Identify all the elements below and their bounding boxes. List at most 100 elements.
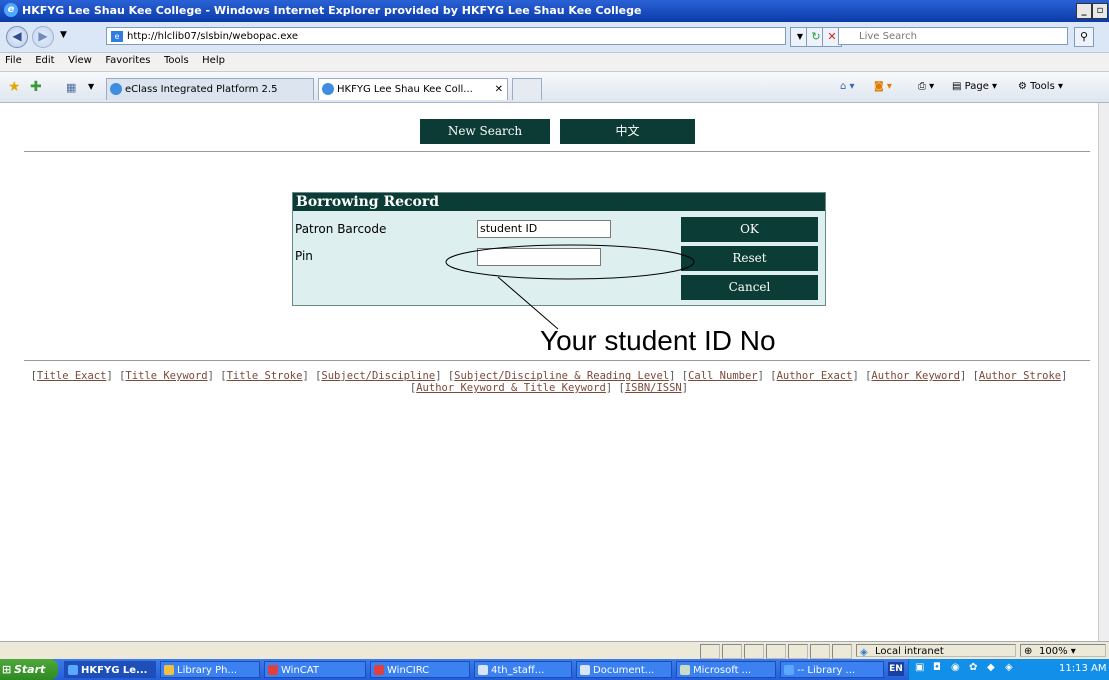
tools-menu[interactable]: ⚙ Tools ▾ bbox=[1018, 81, 1063, 92]
annotation-ellipse bbox=[445, 244, 695, 280]
taskbar-item[interactable]: WinCIRC bbox=[370, 661, 470, 678]
links-divider bbox=[24, 360, 1090, 361]
status-cell bbox=[722, 644, 742, 659]
vertical-scrollbar[interactable] bbox=[1098, 103, 1109, 641]
taskbar-item[interactable]: 4th_staff... bbox=[474, 661, 572, 678]
menu-view[interactable]: View bbox=[63, 53, 97, 68]
taskbar-item[interactable]: WinCAT bbox=[264, 661, 366, 678]
menu-file[interactable]: File bbox=[0, 53, 27, 68]
security-zone-label: Local intranet bbox=[875, 646, 944, 657]
live-search-input[interactable]: Live Search bbox=[838, 27, 1068, 45]
tab-eclass[interactable]: eClass Integrated Platform 2.5 bbox=[106, 78, 314, 100]
windows-flag-icon: ⊞ bbox=[2, 663, 12, 676]
menu-edit[interactable]: Edit bbox=[30, 53, 59, 68]
maximize-button[interactable]: ▫ bbox=[1092, 3, 1108, 19]
tab-hkfyg-label: HKFYG Lee Shau Kee Coll... bbox=[337, 84, 473, 95]
wincirc-icon bbox=[374, 665, 384, 675]
quick-tabs-icon[interactable]: ▦ bbox=[66, 81, 76, 94]
link-title-stroke[interactable]: Title Stroke bbox=[227, 370, 303, 382]
address-input[interactable]: e http://hlclib07/slsbin/webopac.exe bbox=[106, 27, 786, 45]
taskbar-item-label: Microsoft ... bbox=[693, 665, 752, 676]
link-isbn-issn[interactable]: ISBN/ISSN bbox=[625, 382, 682, 394]
forward-button[interactable]: ▶ bbox=[32, 26, 54, 48]
wincat-icon bbox=[268, 665, 278, 675]
taskbar-item-label: HKFYG Le... bbox=[81, 665, 148, 676]
web-page: New Search 中文 Borrowing Record Patron Ba… bbox=[0, 103, 1098, 641]
link-call-number[interactable]: Call Number bbox=[688, 370, 758, 382]
tab-list-dropdown-icon[interactable]: ▼ bbox=[88, 82, 94, 91]
status-cell bbox=[832, 644, 852, 659]
link-title-keyword[interactable]: Title Keyword bbox=[125, 370, 207, 382]
tab-hkfyg[interactable]: HKFYG Lee Shau Kee Coll... ✕ bbox=[318, 78, 508, 100]
link-author-title-keyword[interactable]: Author Keyword & Title Keyword bbox=[416, 382, 606, 394]
status-cell bbox=[766, 644, 786, 659]
monitor-icon[interactable]: ◘ bbox=[933, 662, 941, 673]
minimize-button[interactable]: _ bbox=[1076, 3, 1092, 19]
home-icon[interactable]: ⌂ ▾ bbox=[840, 81, 855, 92]
taskbar-item[interactable]: Document... bbox=[576, 661, 672, 678]
zoom-control[interactable]: ⊕ 100% ▾ bbox=[1020, 644, 1106, 657]
taskbar-item[interactable]: HKFYG Le... bbox=[64, 661, 156, 678]
ie-task-icon bbox=[68, 665, 78, 675]
search-icon[interactable]: ⚲ bbox=[1074, 27, 1094, 47]
status-cell bbox=[788, 644, 808, 659]
page-menu[interactable]: ▤ Page ▾ bbox=[952, 81, 997, 92]
ie-task-icon bbox=[784, 665, 794, 675]
zoom-icon: ⊕ bbox=[1024, 646, 1033, 657]
taskbar-item-label: -- Library ... bbox=[797, 665, 856, 676]
menu-favorites[interactable]: Favorites bbox=[100, 53, 155, 68]
tools-menu-label: Tools bbox=[1030, 81, 1055, 92]
clock[interactable]: 11:13 AM bbox=[1059, 663, 1106, 674]
link-subject-reading-level[interactable]: Subject/Discipline & Reading Level bbox=[454, 370, 669, 382]
tab-eclass-label: eClass Integrated Platform 2.5 bbox=[125, 84, 278, 95]
status-bar: ◈ Local intranet ⊕ 100% ▾ bbox=[0, 641, 1109, 660]
add-favorites-icon[interactable]: ✚ bbox=[30, 79, 42, 95]
menu-help[interactable]: Help bbox=[197, 53, 230, 68]
page-icon: e bbox=[111, 31, 123, 42]
address-toolbar: ◀ ▶ ▼ e http://hlclib07/slsbin/webopac.e… bbox=[0, 22, 1109, 53]
favorites-star-icon[interactable]: ★ bbox=[8, 79, 21, 95]
close-tab-icon[interactable]: ✕ bbox=[495, 79, 503, 101]
status-cell bbox=[700, 644, 720, 659]
windows-taskbar: ⊞ Start HKFYG Le... Library Ph... WinCAT… bbox=[0, 659, 1109, 680]
back-button[interactable]: ◀ bbox=[6, 26, 28, 48]
link-title-exact[interactable]: Title Exact bbox=[37, 370, 107, 382]
taskbar-item-label: 4th_staff... bbox=[491, 665, 545, 676]
ie-icon: e bbox=[4, 3, 18, 17]
tray-app-icon[interactable]: ◈ bbox=[1005, 662, 1013, 673]
status-cell bbox=[810, 644, 830, 659]
tray-app-icon[interactable]: ◆ bbox=[987, 662, 995, 673]
link-author-stroke[interactable]: Author Stroke bbox=[979, 370, 1061, 382]
excel-icon bbox=[680, 665, 690, 675]
language-indicator[interactable]: EN bbox=[888, 662, 904, 676]
taskbar-item[interactable]: Microsoft ... bbox=[676, 661, 776, 678]
taskbar-item-label: Library Ph... bbox=[177, 665, 238, 676]
taskbar-item-label: WinCAT bbox=[281, 665, 319, 676]
search-links: [Title Exact] [Title Keyword] [Title Str… bbox=[30, 370, 1068, 394]
word-icon bbox=[580, 665, 590, 675]
system-tray: ▣ ◘ ◉ ✿ ◆ ◈ 11:13 AM bbox=[908, 659, 1109, 680]
menu-tools[interactable]: Tools bbox=[159, 53, 194, 68]
taskbar-item-label: WinCIRC bbox=[387, 665, 430, 676]
link-author-keyword[interactable]: Author Keyword bbox=[871, 370, 960, 382]
print-icon[interactable]: ⎙ ▾ bbox=[918, 81, 934, 92]
new-tab-button[interactable] bbox=[512, 78, 542, 100]
start-button[interactable]: ⊞ Start bbox=[0, 659, 58, 680]
tray-app-icon[interactable]: ◉ bbox=[951, 662, 960, 673]
link-author-exact[interactable]: Author Exact bbox=[777, 370, 853, 382]
intranet-icon: ◈ bbox=[860, 647, 868, 658]
taskbar-item[interactable]: -- Library ... bbox=[780, 661, 884, 678]
feeds-icon[interactable]: ◙ ▾ bbox=[874, 81, 892, 92]
annotation-pointer-line bbox=[497, 276, 559, 330]
tab-bar: ★ ✚ ▦ ▼ eClass Integrated Platform 2.5 H… bbox=[0, 72, 1109, 103]
taskbar-item-label: Document... bbox=[593, 665, 655, 676]
zoom-label: 100% bbox=[1039, 646, 1068, 657]
history-dropdown-icon[interactable]: ▼ bbox=[60, 30, 67, 40]
taskbar-item[interactable]: Library Ph... bbox=[160, 661, 260, 678]
ie-tab-icon bbox=[322, 83, 334, 95]
tray-app-icon[interactable]: ✿ bbox=[969, 662, 977, 673]
annotation-text: Your student ID No bbox=[540, 325, 776, 356]
link-subject-discipline[interactable]: Subject/Discipline bbox=[321, 370, 435, 382]
window-title-bar: e HKFYG Lee Shau Kee College - Windows I… bbox=[0, 0, 1109, 22]
network-icon[interactable]: ▣ bbox=[915, 662, 924, 673]
